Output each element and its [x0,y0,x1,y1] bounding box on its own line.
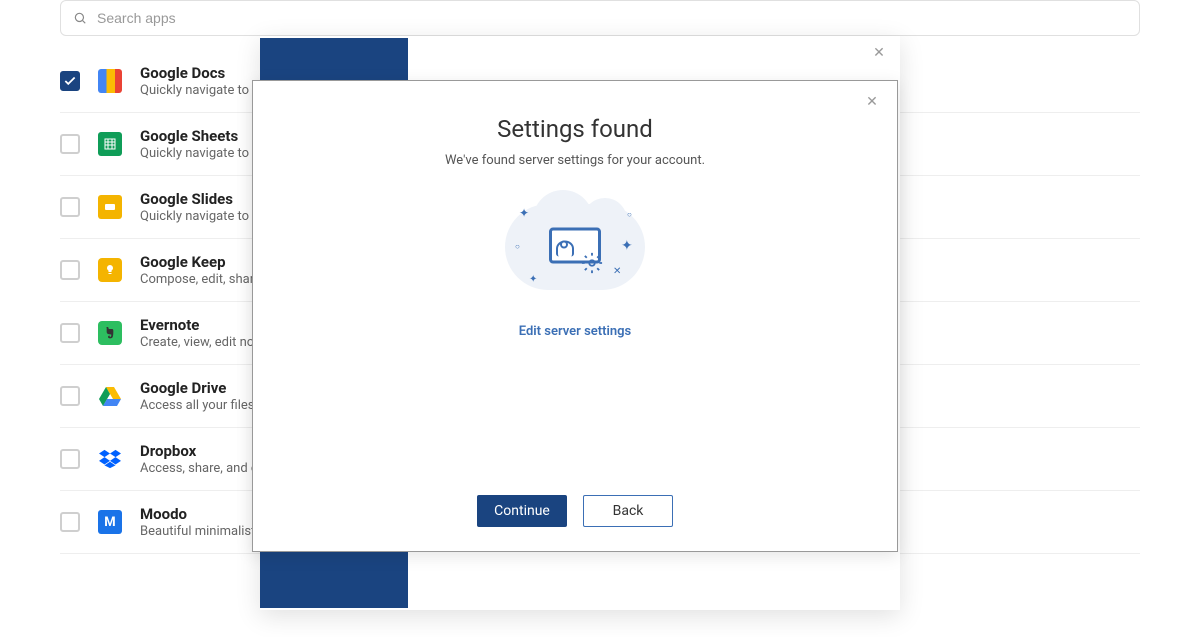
search-input[interactable] [97,10,1127,26]
search-icon [73,11,87,25]
dropbox-icon [98,447,122,471]
google-sheets-icon [98,132,122,156]
modal-subtitle: We've found server settings for your acc… [445,153,705,168]
settings-found-modal: ✕ Settings found We've found server sett… [252,80,898,552]
close-icon[interactable]: ✕ [863,93,881,111]
google-drive-icon [98,384,122,408]
edit-server-settings-link[interactable]: Edit server settings [519,324,631,339]
checkbox-google-docs[interactable] [60,71,80,91]
sparkle-icon: ✦ [519,206,529,220]
evernote-icon [98,321,122,345]
moodo-icon: M [98,510,122,534]
sparkle-icon: ○ [627,210,632,219]
google-slides-icon [98,195,122,219]
sparkle-icon: ✦ [621,238,633,254]
checkbox-evernote[interactable] [60,323,80,343]
google-keep-icon [98,258,122,282]
checkbox-moodo[interactable] [60,512,80,532]
modal-actions: Continue Back [477,495,673,527]
settings-illustration: ✦ ○ ✦ ✕ ○ ✦ [495,192,655,302]
continue-button[interactable]: Continue [477,495,567,527]
gear-icon [581,252,603,274]
modal-title: Settings found [497,115,653,143]
back-button[interactable]: Back [583,495,673,527]
checkbox-google-sheets[interactable] [60,134,80,154]
check-icon [63,74,77,88]
checkbox-google-keep[interactable] [60,260,80,280]
google-docs-icon [98,69,122,93]
search-bar[interactable] [60,0,1140,36]
checkbox-google-drive[interactable] [60,386,80,406]
sparkle-icon: ✕ [613,266,621,277]
checkbox-google-slides[interactable] [60,197,80,217]
sparkle-icon: ○ [515,242,520,251]
checkbox-dropbox[interactable] [60,449,80,469]
sparkle-icon: ✦ [529,274,537,285]
close-icon[interactable]: ✕ [870,44,888,62]
